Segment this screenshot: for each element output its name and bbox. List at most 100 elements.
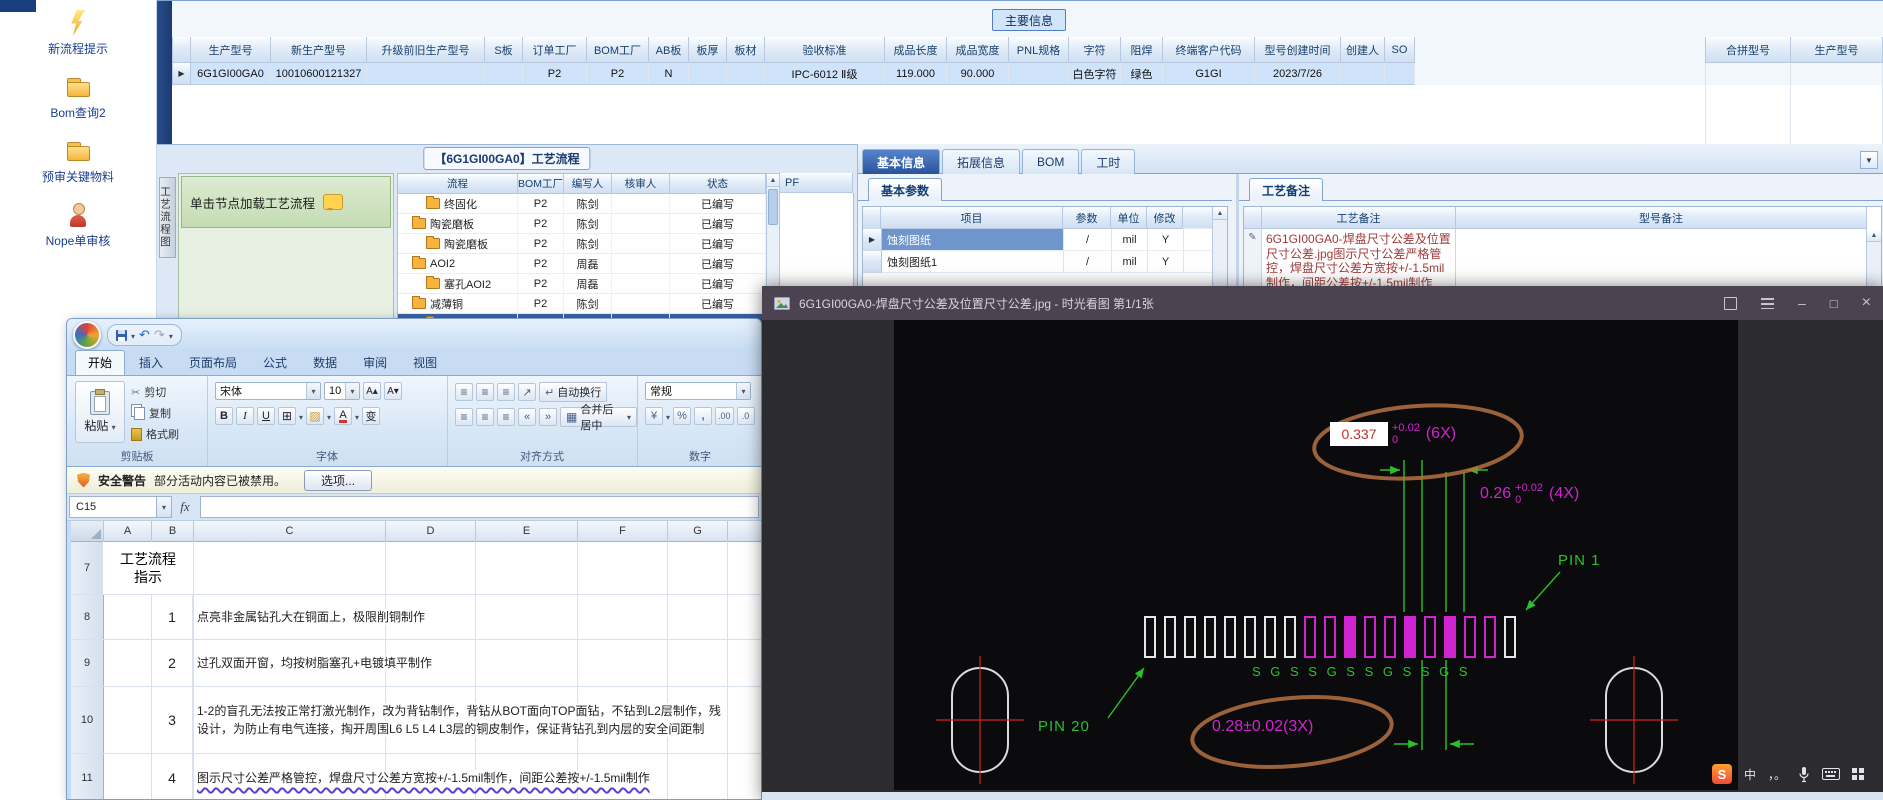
main-grid-column-header[interactable]: 板厚: [689, 37, 727, 63]
align-center-button[interactable]: [476, 408, 494, 426]
chevron-down-icon[interactable]: [355, 407, 359, 425]
cut-button[interactable]: 剪切: [131, 384, 179, 400]
ribbon-tab[interactable]: 视图: [401, 351, 449, 375]
flow-column-header[interactable]: 状态: [670, 174, 766, 194]
number-format-combo[interactable]: 常规: [645, 382, 751, 400]
toolbox-grid-icon[interactable]: [1852, 767, 1865, 781]
fill-color-button[interactable]: [306, 407, 325, 425]
chevron-down-icon[interactable]: [327, 407, 331, 425]
ribbon-tab[interactable]: 审阅: [351, 351, 399, 375]
sheet-row[interactable]: 11 4 图示尺寸公差严格管控，焊盘尺寸公差方宽按+/-1.5mil制作，间距公…: [71, 754, 761, 799]
note-text-cell[interactable]: 图示尺寸公差严格管控，焊盘尺寸公差方宽按+/-1.5mil制作，间距公差按+/-…: [194, 754, 761, 799]
options-button[interactable]: 选项...: [304, 469, 373, 491]
font-size-combo[interactable]: 10: [324, 382, 360, 400]
align-right-button[interactable]: [497, 408, 515, 426]
fullscreen-icon[interactable]: [1724, 296, 1737, 310]
flow-row[interactable]: 陶瓷磨板 P2 陈剑 已编写: [398, 214, 766, 234]
remark-column-header[interactable]: 工艺备注: [1262, 207, 1456, 229]
params-column-header[interactable]: 单位: [1111, 207, 1147, 229]
bold-button[interactable]: [215, 407, 233, 425]
main-grid-column-header[interactable]: 订单工厂: [523, 37, 587, 63]
column-header[interactable]: D: [386, 521, 476, 541]
main-grid-column-header[interactable]: 板材: [727, 37, 765, 63]
ribbon-tab[interactable]: 数据: [301, 351, 349, 375]
main-grid-column-header[interactable]: S板: [485, 37, 523, 63]
office-button[interactable]: [73, 321, 101, 349]
info-tab[interactable]: 拓展信息: [942, 149, 1021, 174]
sheet-row[interactable]: 9 2 过孔双面开窗，均按树脂塞孔+电镀填平制作: [71, 640, 761, 687]
row-header[interactable]: 7: [71, 542, 104, 594]
params-column-header[interactable]: 修改: [1147, 207, 1183, 229]
chevron-down-icon[interactable]: [169, 326, 173, 344]
tab-process-remark[interactable]: 工艺备注: [1249, 178, 1324, 201]
chevron-down-icon[interactable]: [157, 496, 172, 518]
sheet-row[interactable]: 8 1 点亮非金属钻孔大在铜面上，极限削铜制作: [71, 595, 761, 640]
main-grid-column-header[interactable]: 字符: [1069, 37, 1121, 63]
ime-language-toggle[interactable]: 中: [1744, 766, 1756, 783]
align-top-button[interactable]: [455, 383, 473, 401]
font-color-button[interactable]: [334, 407, 353, 425]
chevron-down-icon[interactable]: [666, 407, 670, 425]
column-header[interactable]: E: [476, 521, 578, 541]
info-tab[interactable]: BOM: [1022, 149, 1080, 174]
wrap-text-button[interactable]: 自动换行: [539, 382, 608, 402]
row-header[interactable]: 10: [71, 687, 104, 753]
main-grid-column-header[interactable]: SO: [1385, 37, 1415, 63]
flow-row[interactable]: 终固化 P2 陈剑 已编写: [398, 194, 766, 214]
params-column-header[interactable]: 参数: [1063, 207, 1111, 229]
increase-indent-button[interactable]: [539, 408, 557, 426]
flow-extra-column-header[interactable]: PF: [780, 173, 853, 193]
main-grid-column-header[interactable]: 终端客户代码: [1163, 37, 1255, 63]
undo-button[interactable]: [139, 326, 150, 344]
percent-button[interactable]: [673, 407, 692, 425]
step-number-cell[interactable]: 3: [151, 687, 193, 753]
align-bottom-button[interactable]: [497, 383, 515, 401]
save-button[interactable]: [116, 329, 127, 341]
note-text-cell[interactable]: 点亮非金属钻孔大在铜面上，极限削铜制作: [194, 595, 761, 639]
comma-button[interactable]: [694, 407, 713, 425]
fx-icon[interactable]: fx: [172, 496, 198, 518]
chevron-down-icon[interactable]: [1860, 151, 1878, 169]
name-box[interactable]: C15: [69, 496, 157, 518]
remark-column-header[interactable]: 型号备注: [1456, 207, 1867, 229]
row-header[interactable]: 8: [71, 595, 104, 639]
chevron-down-icon[interactable]: [306, 383, 320, 399]
flow-side-tab[interactable]: 工艺流程图: [159, 177, 176, 258]
main-grid-column-header[interactable]: 创建人: [1341, 37, 1385, 63]
row-header[interactable]: 11: [71, 754, 104, 799]
main-grid-column-header[interactable]: 新生产型号: [271, 37, 367, 63]
column-header[interactable]: C: [194, 521, 386, 541]
italic-button[interactable]: [236, 407, 254, 425]
params-row[interactable]: 蚀刻图纸 / mil Y: [863, 229, 1213, 251]
flow-row[interactable]: 塞孔AOI2 P2 周磊 已编写: [398, 274, 766, 294]
scroll-thumb[interactable]: [768, 189, 778, 225]
note-text-cell[interactable]: 1-2的盲孔无法按正常打激光制作，改为背钻制作，背钻从BOT面向TOP面钻，不钻…: [194, 687, 761, 753]
format-painter-button[interactable]: 格式刷: [131, 426, 179, 442]
close-button[interactable]: [1862, 295, 1871, 311]
ribbon-tab[interactable]: 开始: [75, 350, 126, 375]
tab-basic-params[interactable]: 基本参数: [868, 178, 943, 201]
merge-grid-column-header[interactable]: 合拼型号: [1706, 37, 1791, 63]
main-grid-column-header[interactable]: PNL规格: [1009, 37, 1069, 63]
toolbar-item[interactable]: 预审关键物料: [0, 128, 156, 192]
column-header[interactable]: G: [668, 521, 728, 541]
chevron-down-icon[interactable]: [299, 407, 303, 425]
main-grid-column-header[interactable]: 成品宽度: [947, 37, 1009, 63]
main-grid-column-header[interactable]: 型号创建时间: [1255, 37, 1341, 63]
ribbon-tab[interactable]: 公式: [251, 351, 299, 375]
cad-image-canvas[interactable]: S G S S G S S G S S G S 0.337 +0.02 0 (6…: [894, 320, 1738, 790]
chevron-down-icon[interactable]: [736, 383, 750, 399]
ribbon-tab[interactable]: 页面布局: [177, 351, 249, 375]
maximize-button[interactable]: [1830, 297, 1838, 310]
flow-row[interactable]: 减薄铜 P2 陈剑 已编写: [398, 294, 766, 314]
spreadsheet-titlebar[interactable]: [67, 319, 761, 351]
flow-row[interactable]: AOI2 P2 周磊 已编写: [398, 254, 766, 274]
paste-button[interactable]: 粘贴: [75, 381, 125, 443]
increase-font-button[interactable]: [363, 382, 381, 400]
info-tab[interactable]: 工时: [1081, 149, 1136, 174]
ime-punctuation-toggle[interactable]: ，。: [1768, 766, 1786, 783]
main-grid-column-header[interactable]: AB板: [649, 37, 689, 63]
flow-hint-box[interactable]: 单击节点加载工艺流程: [181, 176, 391, 228]
keyboard-icon[interactable]: [1822, 768, 1841, 780]
formula-input[interactable]: [200, 496, 759, 518]
